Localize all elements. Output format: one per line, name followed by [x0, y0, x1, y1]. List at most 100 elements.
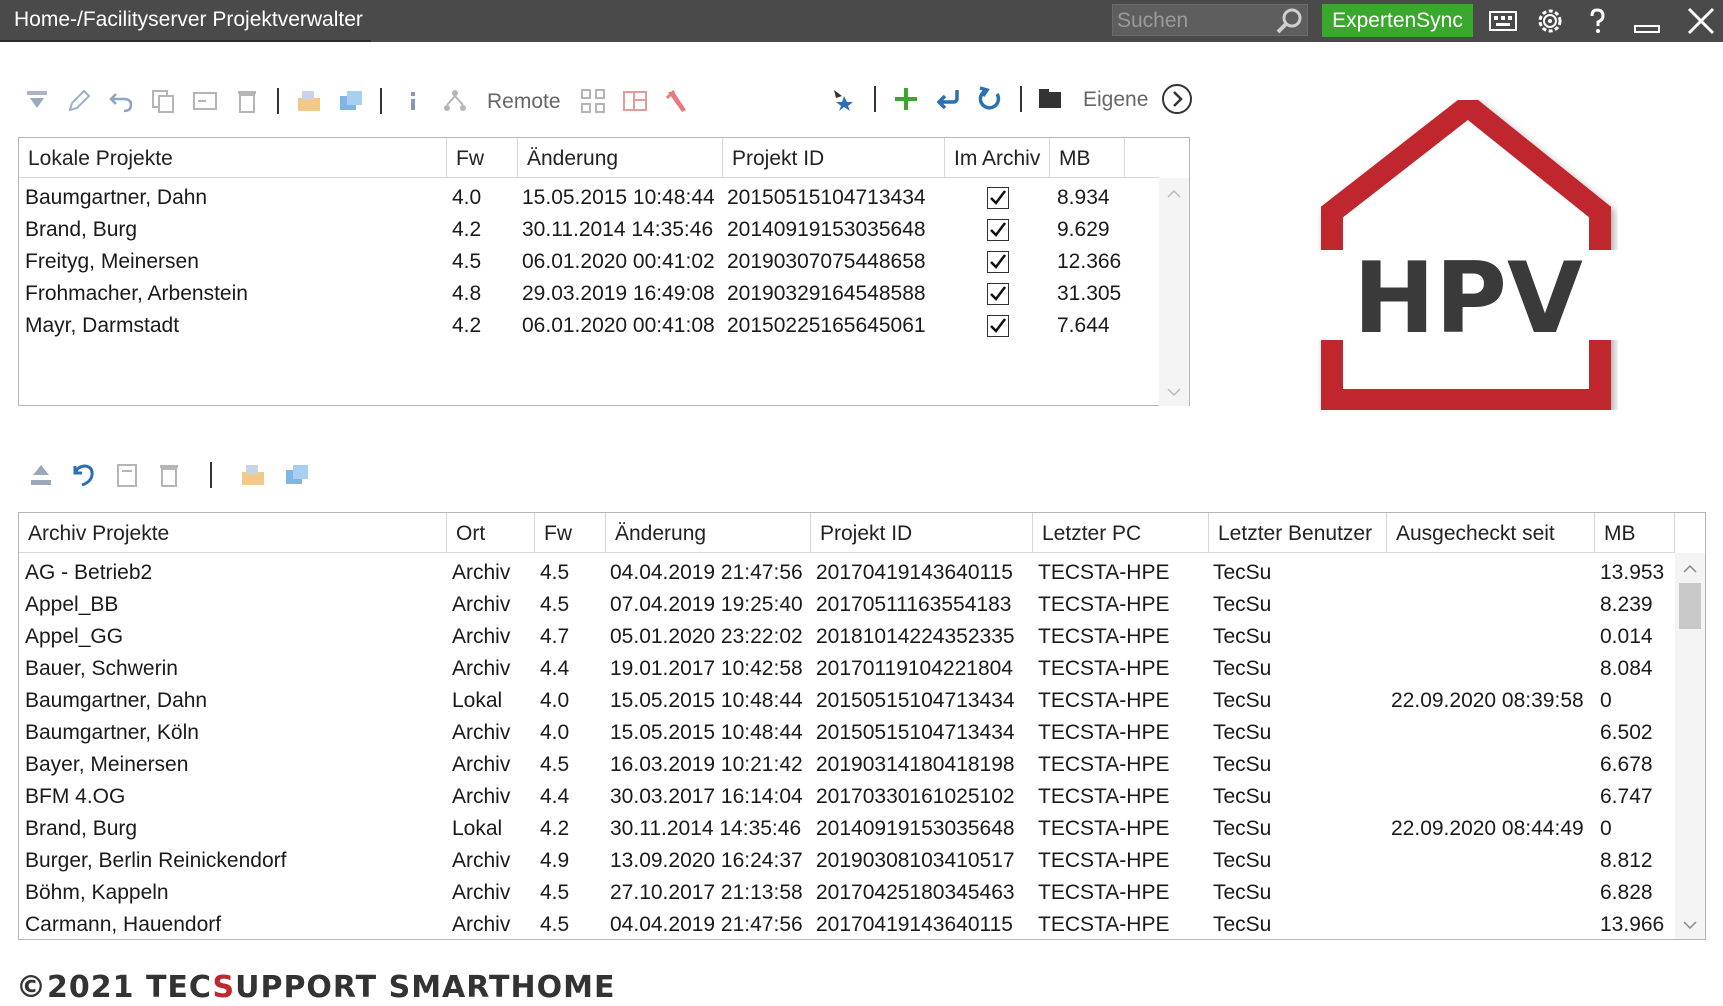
delete-icon[interactable] — [156, 462, 182, 488]
folder-sync-icon[interactable] — [338, 88, 364, 114]
column-header[interactable]: Archiv Projekte — [19, 513, 447, 553]
table-row[interactable]: Brand, Burg Lokal 4.2 30.11.2014 14:35:46 20… — [19, 813, 1675, 845]
last-user: TecSu — [1213, 593, 1272, 616]
minimize-icon[interactable] — [1632, 6, 1662, 36]
info-icon[interactable] — [400, 88, 426, 114]
table-row[interactable]: Burger, Berlin Reinickendorf Archiv 4.9 13.… — [19, 845, 1675, 877]
table-row[interactable]: AG - Betrieb2 Archiv 4.5 04.04.2019 21:47:5… — [19, 557, 1675, 589]
favorite-add-icon[interactable] — [830, 86, 856, 112]
chevron-right-icon[interactable] — [1161, 83, 1193, 115]
add-icon[interactable] — [893, 86, 919, 112]
column-header[interactable]: MB — [1050, 138, 1125, 178]
search-input[interactable]: Suchen — [1117, 9, 1188, 33]
scroll-down-icon[interactable] — [1167, 388, 1181, 398]
return-icon[interactable] — [935, 86, 961, 112]
table-row[interactable]: Baumgartner, Köln Archiv 4.0 15.05.2015 10:… — [19, 717, 1675, 749]
archived-checkbox[interactable] — [987, 219, 1009, 241]
column-header[interactable]: Änderung — [606, 513, 811, 553]
table-row[interactable]: Carmann, Hauendorf Archiv 4.5 04.04.2019 21… — [19, 909, 1675, 941]
document-icon[interactable] — [114, 462, 140, 488]
firmware: 4.4 — [540, 785, 570, 808]
archived-checkbox[interactable] — [987, 187, 1009, 209]
footer-prefix: ©2021 TEC — [16, 970, 213, 1005]
column-header[interactable]: Projekt ID — [723, 138, 945, 178]
size-mb: 0.014 — [1600, 625, 1653, 648]
search-icon[interactable] — [1275, 7, 1303, 35]
remote-tree-icon[interactable] — [580, 88, 606, 114]
column-header[interactable]: MB — [1595, 513, 1675, 553]
table-row[interactable]: Brand, Burg 4.2 30.11.2014 14:35:46 2014… — [19, 214, 1159, 246]
refresh-icon[interactable] — [977, 86, 1003, 112]
modified-date: 15.05.2015 10:48:44 — [610, 721, 803, 744]
rename-icon[interactable] — [192, 88, 218, 114]
table-row[interactable]: Böhm, Kappeln Archiv 4.5 27.10.2017 21:13:5… — [19, 877, 1675, 909]
column-header[interactable]: Ort — [447, 513, 535, 553]
column-header[interactable]: Änderung — [518, 138, 723, 178]
table-row[interactable]: Baumgartner, Dahn 4.0 15.05.2015 10:48:4… — [19, 182, 1159, 214]
archive-projects-table: Archiv Projekte Ort Fw Änderung Projekt … — [18, 512, 1706, 940]
table-row[interactable]: Freityg, Meinersen 4.5 06.01.2020 00:41:… — [19, 246, 1159, 278]
search-box[interactable]: Suchen — [1112, 4, 1308, 36]
edit-icon[interactable] — [66, 88, 92, 114]
last-user: TecSu — [1213, 849, 1272, 872]
archived-checkbox[interactable] — [987, 251, 1009, 273]
folder-export-icon[interactable] — [296, 88, 322, 114]
gear-icon[interactable] — [1535, 6, 1565, 36]
folder-export-icon[interactable] — [240, 462, 266, 488]
archived-checkbox[interactable] — [987, 315, 1009, 337]
table-row[interactable]: Appel_GG Archiv 4.7 05.01.2020 23:22:02 2018… — [19, 621, 1675, 653]
project-name: Baumgartner, Dahn — [25, 689, 208, 712]
table-row[interactable]: Baumgartner, Dahn Lokal 4.0 15.05.2015 10:4… — [19, 685, 1675, 717]
project-name: Bauer, Schwerin — [25, 657, 178, 680]
column-header[interactable]: Lokale Projekte — [19, 138, 447, 178]
help-icon[interactable] — [1582, 6, 1612, 36]
table-row[interactable]: Bauer, Schwerin Archiv 4.4 19.01.2017 10:42… — [19, 653, 1675, 685]
firmware: 4.2 — [452, 218, 482, 241]
column-header[interactable]: Projekt ID — [811, 513, 1033, 553]
project-name: Baumgartner, Dahn — [25, 186, 208, 209]
expertensync-button[interactable]: ExpertenSync — [1322, 4, 1473, 37]
modified-date: 15.05.2015 10:48:44 — [610, 689, 803, 712]
keyboard-icon[interactable] — [1488, 6, 1518, 36]
firmware: 4.4 — [540, 657, 570, 680]
folder-icon[interactable] — [1037, 86, 1063, 112]
project-id: 20170511163554183 — [816, 593, 1012, 616]
copy-icon[interactable] — [150, 88, 176, 114]
logo-text: HPV — [1353, 242, 1583, 356]
column-header[interactable]: Fw — [535, 513, 606, 553]
project-name: AG - Betrieb2 — [25, 561, 153, 584]
column-header[interactable]: Letzter Benutzer — [1209, 513, 1387, 553]
layout-icon[interactable] — [622, 88, 648, 114]
last-user: TecSu — [1213, 561, 1272, 584]
last-user: TecSu — [1213, 689, 1272, 712]
delete-icon[interactable] — [234, 88, 260, 114]
own-projects-label[interactable]: Eigene — [1083, 88, 1148, 112]
download-icon[interactable] — [24, 88, 50, 114]
project-id: 20170419143640115 — [816, 913, 1013, 936]
revert-icon[interactable] — [70, 462, 96, 488]
table-row[interactable]: Frohmacher, Arbenstein 4.8 29.03.2019 16… — [19, 278, 1159, 310]
scrollbar[interactable] — [1159, 178, 1189, 406]
scroll-up-icon[interactable] — [1683, 563, 1697, 573]
table-row[interactable]: BFM 4.OG Archiv 4.4 30.03.2017 16:14:04 2017… — [19, 781, 1675, 813]
column-header[interactable]: Fw — [447, 138, 518, 178]
remote-label[interactable]: Remote — [487, 90, 561, 114]
table-row[interactable]: Appel_BB Archiv 4.5 07.04.2019 19:25:40 2017… — [19, 589, 1675, 621]
table-row[interactable]: Mayr, Darmstadt 4.2 06.01.2020 00:41:08 … — [19, 310, 1159, 342]
column-header[interactable]: Im Archiv — [945, 138, 1050, 178]
project-name: Brand, Burg — [25, 817, 138, 840]
scroll-up-icon[interactable] — [1167, 188, 1181, 198]
close-icon[interactable] — [1686, 6, 1716, 36]
scrollbar[interactable] — [1675, 553, 1705, 939]
folder-sync-icon[interactable] — [284, 462, 310, 488]
archived-checkbox[interactable] — [987, 283, 1009, 305]
column-header[interactable]: Ausgecheckt seit — [1387, 513, 1595, 553]
tools-icon[interactable] — [664, 88, 690, 114]
scroll-down-icon[interactable] — [1683, 921, 1697, 931]
undo-icon[interactable] — [108, 88, 134, 114]
upload-icon[interactable] — [28, 462, 54, 488]
network-icon[interactable] — [442, 88, 468, 114]
scrollbar-thumb[interactable] — [1679, 583, 1701, 629]
column-header[interactable]: Letzter PC — [1033, 513, 1209, 553]
table-row[interactable]: Bayer, Meinersen Archiv 4.5 16.03.2019 10:2… — [19, 749, 1675, 781]
